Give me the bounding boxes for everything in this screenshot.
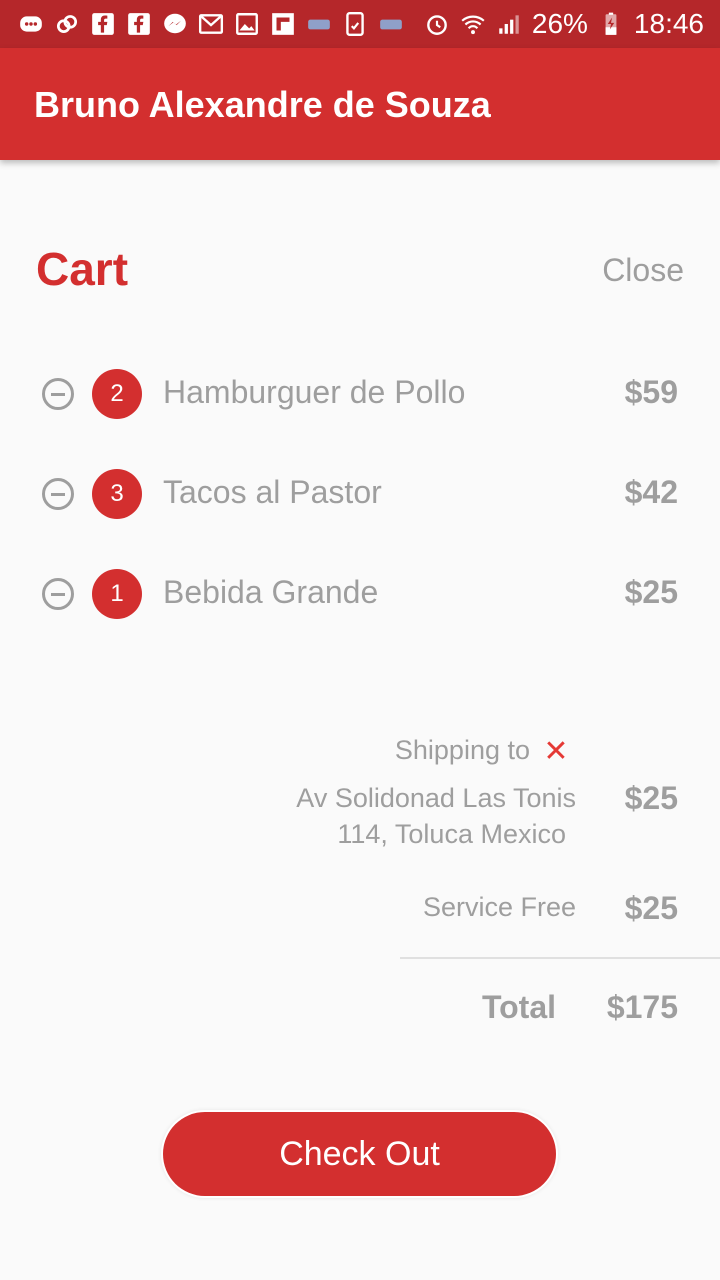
item-name: Hamburguer de Pollo — [163, 374, 466, 410]
app-bar-title: Bruno Alexandre de Souza — [34, 84, 491, 125]
facebook-icon — [90, 11, 116, 37]
clock: 18:46 — [633, 8, 704, 39]
remove-item-icon[interactable] — [42, 578, 74, 610]
shipping-label: Shipping to — [394, 735, 530, 765]
cart-item: 1 Bebida Grande $25 — [0, 544, 720, 644]
gallery-icon — [234, 11, 260, 37]
signal-icon — [496, 11, 522, 37]
news-icon — [378, 11, 404, 37]
remove-item-icon[interactable] — [42, 478, 74, 510]
quantity-badge: 2 — [92, 369, 142, 419]
divider — [400, 957, 720, 959]
chat-bubble-icon — [18, 11, 44, 37]
flipboard-icon — [270, 11, 296, 37]
cart-item: 2 Hamburguer de Pollo $59 — [0, 344, 720, 444]
cart-items-list: 2 Hamburguer de Pollo $59 3 Tacos al Pas… — [0, 344, 720, 644]
close-icon[interactable]: ✕ — [540, 737, 572, 767]
quantity-badge: 3 — [92, 469, 142, 519]
item-price: $25 — [624, 574, 678, 610]
item-price: $59 — [624, 374, 678, 410]
total-label: Total — [481, 989, 556, 1025]
app-bar: Bruno Alexandre de Souza — [0, 48, 720, 160]
system-icons: 26% 18:46 — [424, 8, 704, 40]
item-price: $42 — [624, 474, 678, 510]
gmail-icon — [198, 11, 224, 37]
notification-icons — [18, 10, 404, 38]
service-fee-price: $25 — [624, 890, 678, 926]
service-fee-label: Service Free — [422, 892, 576, 922]
tablet-icon — [342, 11, 368, 37]
item-name: Bebida Grande — [163, 574, 379, 610]
alarm-icon — [424, 11, 450, 37]
news-icon — [306, 11, 332, 37]
item-name: Tacos al Pastor — [163, 474, 382, 510]
link-icon — [54, 11, 80, 37]
cart-item: 3 Tacos al Pastor $42 — [0, 444, 720, 544]
cart-title: Cart — [36, 243, 129, 295]
shipping-address: Av Solidonad Las Tonis 114, Toluca Mexic… — [296, 780, 576, 852]
close-button[interactable]: Close — [602, 252, 684, 289]
battery-percent: 26% — [531, 8, 588, 39]
address-line-1: Av Solidonad Las Tonis — [296, 783, 576, 813]
remove-item-icon[interactable] — [42, 378, 74, 410]
wifi-icon — [460, 11, 486, 37]
total-value: $175 — [606, 989, 678, 1025]
quantity-badge: 1 — [92, 569, 142, 619]
checkout-button[interactable]: Check Out — [163, 1112, 556, 1196]
shipping-price: $25 — [624, 780, 678, 816]
battery-charging-icon — [598, 11, 624, 37]
messenger-icon — [162, 11, 188, 37]
status-bar: 26% 18:46 — [0, 0, 720, 48]
address-line-2: 114, Toluca Mexico — [337, 819, 566, 849]
facebook-icon — [126, 11, 152, 37]
